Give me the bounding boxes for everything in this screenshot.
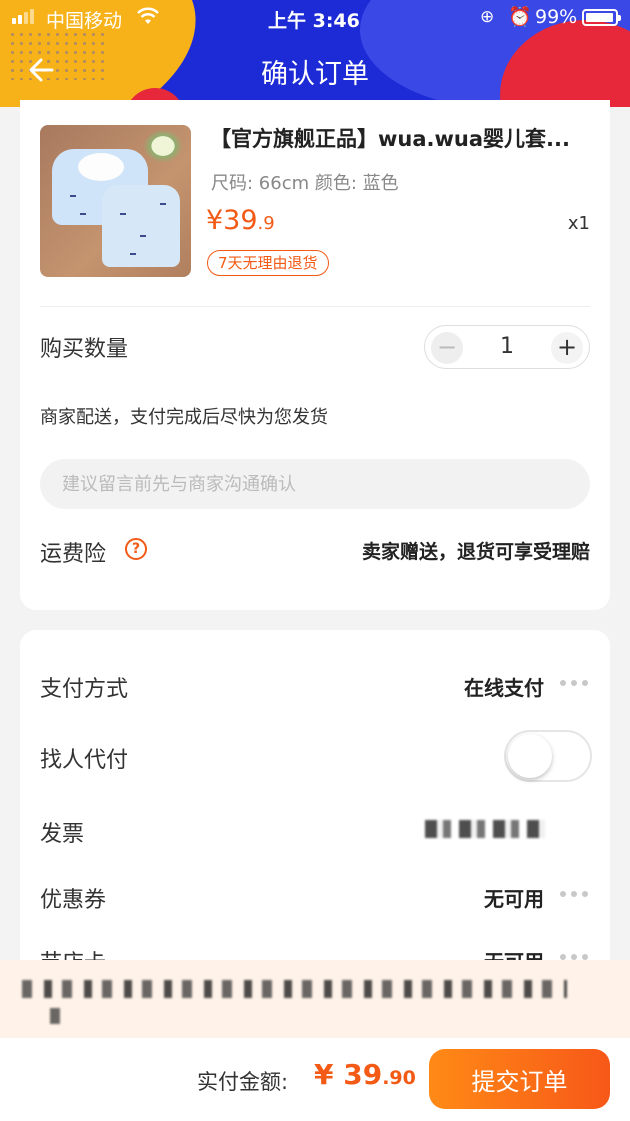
quantity-stepper: − 1 + [424,325,590,369]
page-title: 确认订单 [261,59,369,90]
decrease-button[interactable]: − [431,332,463,364]
delivery-info: 商家配送，支付完成后尽快为您发货 [40,407,328,428]
payment-method-label: 支付方式 [40,677,129,702]
product-image[interactable] [40,125,191,277]
status-bar: 中国移动 上午 3:46 ⊕ ⏰ 99% [0,0,630,34]
battery-percent: 99% [535,6,578,28]
invoice-value-redacted[interactable] [425,820,545,838]
pay-for-me-toggle[interactable] [504,730,592,782]
divider [40,306,590,307]
more-icon[interactable] [560,891,588,899]
increase-button[interactable]: + [551,332,583,364]
order-note-input[interactable] [40,459,590,509]
order-confirm-screen: 中国移动 上午 3:46 ⊕ ⏰ 99% 确认订单 【官方旗舰正品】wua.wu… [0,0,630,1121]
wifi-icon [136,6,160,31]
product-card: 【官方旗舰正品】wua.wua婴儿套... 尺码: 66cm 颜色: 蓝色 ¥3… [20,100,610,610]
battery-icon [582,9,621,26]
checkout-bar: 实付金额: ¥ 39.90 提交订单 [0,1038,630,1121]
header: 中国移动 上午 3:46 ⊕ ⏰ 99% 确认订单 [0,0,630,107]
invoice-label: 发票 [40,822,85,847]
notice-bar [0,960,630,1038]
alarm-icon: ⏰ [508,6,532,28]
pay-for-me-label: 找人代付 [40,748,129,773]
more-icon[interactable] [560,680,588,688]
help-icon[interactable]: ? [125,538,147,560]
quantity-label: 购买数量 [40,337,129,362]
coupon-value[interactable]: 无可用 [484,883,544,912]
notice-text-redacted [22,980,567,998]
quantity-value[interactable]: 1 [487,334,527,359]
total-amount: ¥ 39.90 [314,1058,416,1091]
submit-order-button[interactable]: 提交订单 [429,1049,610,1109]
coupon-label: 优惠券 [40,888,107,913]
status-time: 上午 3:46 [268,10,360,32]
return-policy-badge: 7天无理由退货 [207,250,329,276]
notice-text-redacted [50,1008,66,1024]
total-label: 实付金额: [197,1070,289,1094]
rotation-lock-icon: ⊕ [480,7,495,27]
shipping-insurance-label: 运费险 [40,542,107,567]
product-quantity: x1 [567,213,590,234]
signal-icon [12,9,34,24]
product-title[interactable]: 【官方旗舰正品】wua.wua婴儿套... [210,123,590,153]
shipping-insurance-value: 卖家赠送，退货可享受理赔 [361,541,590,563]
product-spec: 尺码: 66cm 颜色: 蓝色 [211,173,399,194]
carrier-name: 中国移动 [46,10,123,32]
payment-method-value[interactable]: 在线支付 [464,672,544,701]
product-price: ¥39.9 [206,205,275,236]
